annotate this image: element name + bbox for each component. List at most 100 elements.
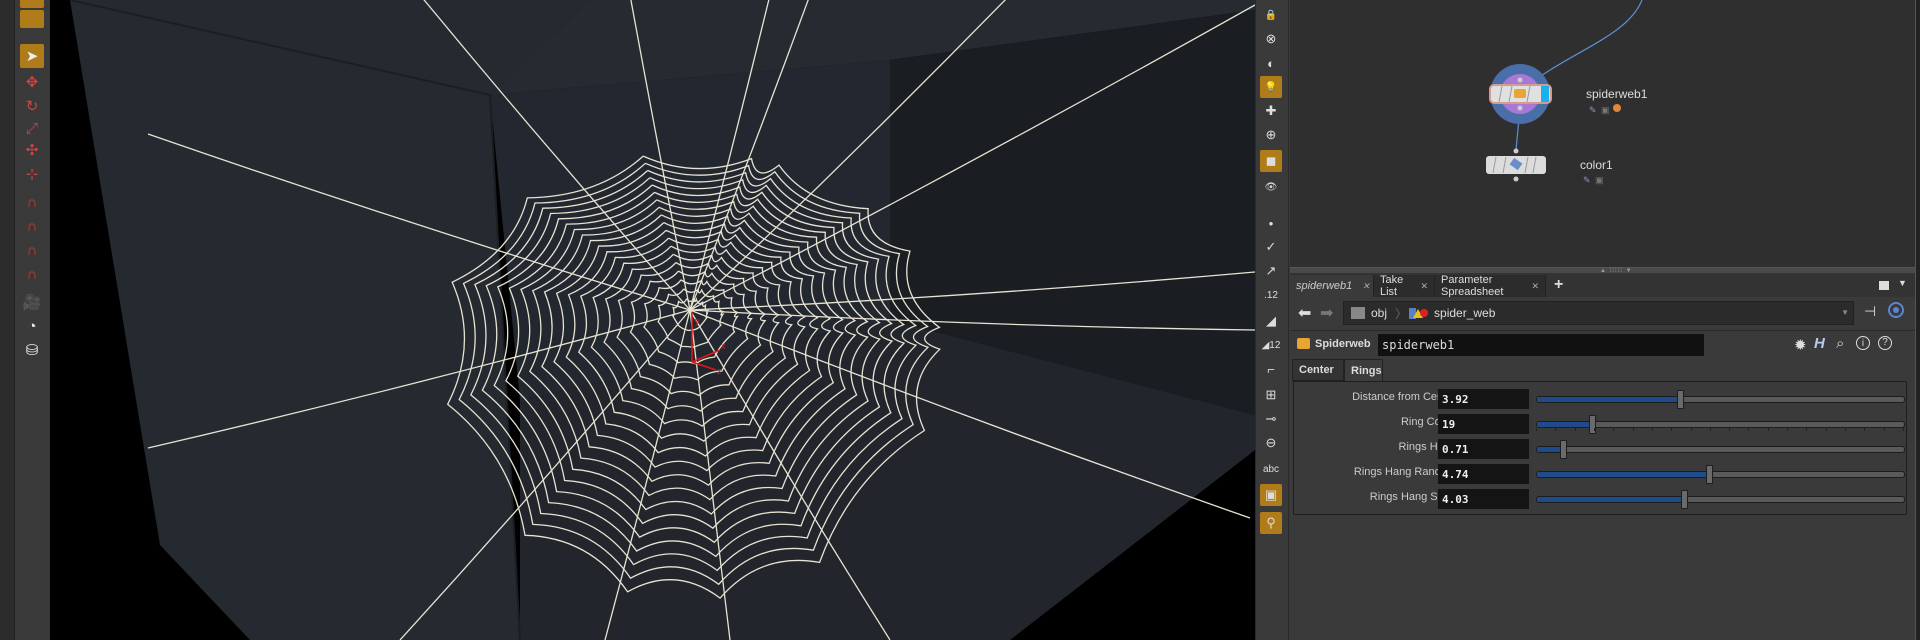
visibility-icon[interactable]: 👁: [1260, 176, 1282, 198]
param-row: Ring Count 19: [1294, 413, 1906, 435]
node-spiderweb1[interactable]: [1489, 64, 1552, 124]
comment-flag-icon: ✎: [1583, 175, 1591, 185]
scale-tool-icon[interactable]: ⤢: [20, 116, 44, 140]
breadcrumb-spider-web[interactable]: spider_web: [1434, 306, 1495, 320]
breadcrumb-separator-icon: 〉: [1395, 306, 1408, 321]
slider-handle[interactable]: [1680, 490, 1688, 509]
vector-icon[interactable]: ↗: [1260, 260, 1282, 282]
handle-tool-icon[interactable]: ⊹: [20, 162, 44, 186]
point-display-icon[interactable]: •: [1260, 212, 1282, 234]
rotate-tool-icon[interactable]: ↻: [20, 94, 44, 118]
help-icon[interactable]: ?: [1878, 336, 1892, 350]
add-tab-icon[interactable]: +: [1554, 276, 1563, 294]
spiderweb-node-icon[interactable]: [1297, 338, 1310, 349]
tool-glyph: .12: [1264, 289, 1278, 301]
breadcrumb-obj[interactable]: obj: [1371, 306, 1387, 320]
maximize-pane-icon[interactable]: [1879, 281, 1889, 290]
camera-tool-icon[interactable]: 🎥: [20, 290, 44, 314]
background-image-icon[interactable]: ▣: [1260, 484, 1282, 506]
node-name-input[interactable]: [1378, 334, 1704, 356]
slider-handle[interactable]: [1559, 440, 1567, 459]
param-value-field[interactable]: 19: [1438, 414, 1529, 434]
viewport-canvas[interactable]: y x z: [50, 0, 1255, 640]
flipbook-tool-icon[interactable]: ⛁: [20, 338, 44, 362]
network-editor[interactable]: spiderweb1 ✎ ▣ color1 ✎ ▣: [1290, 0, 1915, 267]
shelf-tool-partial-icon[interactable]: [20, 0, 44, 8]
info-icon[interactable]: i: [1856, 336, 1870, 350]
close-icon[interactable]: ✕: [1420, 281, 1428, 292]
snap-point-tool-icon[interactable]: ∩: [20, 238, 44, 262]
slider-handle[interactable]: [1706, 465, 1714, 484]
link-pane-icon[interactable]: [1888, 302, 1904, 318]
tab-label: Rings: [1351, 364, 1382, 377]
param-slider[interactable]: [1536, 390, 1905, 409]
tool-glyph: 🔒: [1264, 9, 1278, 21]
location-icon[interactable]: ⚲: [1260, 512, 1282, 534]
lock-icon[interactable]: 🔒: [1260, 4, 1282, 26]
param-slider[interactable]: [1536, 490, 1905, 509]
tool-glyph: ➤: [25, 48, 39, 65]
shelf-collapse-strip[interactable]: [0, 0, 15, 640]
node-color1[interactable]: [1486, 148, 1546, 182]
close-icon[interactable]: ✕: [1362, 281, 1370, 292]
tab-take-list[interactable]: Take List ✕: [1374, 274, 1435, 298]
display-options-icon[interactable]: ⊖: [1260, 432, 1282, 454]
slider-fill: [1537, 422, 1593, 427]
back-icon[interactable]: ⬅: [1298, 303, 1311, 323]
param-row: Rings Hang Seed 4.03: [1294, 488, 1906, 510]
tool-glyph: ◢12: [1261, 339, 1281, 351]
transform-tool-icon[interactable]: ✥: [20, 70, 44, 94]
tool-glyph: ∩: [26, 217, 38, 235]
bypass-flag-icon: [1613, 104, 1621, 112]
tool-glyph: ∩: [26, 193, 38, 211]
forward-icon[interactable]: ➡: [1320, 303, 1333, 323]
snap-magnet-tool-icon[interactable]: ∩: [20, 262, 44, 286]
param-value-field[interactable]: 3.92: [1438, 389, 1529, 409]
param-slider[interactable]: [1536, 440, 1905, 459]
tool-glyph: ⌐: [1267, 361, 1275, 377]
pin-icon[interactable]: ⊣: [1864, 303, 1876, 320]
network-canvas[interactable]: spiderweb1 ✎ ▣ color1 ✎ ▣: [1290, 0, 1915, 267]
pane-menu-icon[interactable]: ▼: [1898, 278, 1907, 288]
point-number-icon[interactable]: .12: [1260, 284, 1282, 306]
slider-handle[interactable]: [1677, 390, 1685, 409]
param-slider[interactable]: [1536, 465, 1905, 484]
param-value-field[interactable]: 0.71: [1438, 439, 1529, 459]
add-light-icon[interactable]: ✚: [1260, 100, 1282, 122]
shading-icon[interactable]: ◐: [1260, 52, 1282, 74]
ghost-icon[interactable]: ⊗: [1260, 28, 1282, 50]
text-icon[interactable]: abc: [1260, 458, 1282, 480]
tab-rings[interactable]: Rings: [1344, 359, 1383, 381]
tool-glyph: ◢: [1266, 313, 1276, 328]
gear-icon[interactable]: ✹: [1794, 336, 1807, 354]
bounding-box-icon[interactable]: ⊞: [1260, 384, 1282, 406]
close-icon[interactable]: ✕: [1531, 281, 1539, 292]
tab-spiderweb1[interactable]: spiderweb1 ✕: [1290, 275, 1374, 297]
uv-icon[interactable]: ⌐: [1260, 358, 1282, 380]
construction-icon[interactable]: ⊸: [1260, 408, 1282, 430]
env-light-icon[interactable]: ⊕: [1260, 124, 1282, 146]
point-normal-icon[interactable]: ✓: [1260, 236, 1282, 258]
tab-center[interactable]: Center: [1292, 359, 1344, 381]
path-dropdown-icon[interactable]: ▼: [1841, 308, 1849, 317]
geometry-tool-icon[interactable]: [20, 10, 44, 28]
render-region-tool-icon[interactable]: ◔: [20, 314, 44, 338]
param-value-field[interactable]: 4.03: [1438, 489, 1529, 509]
path-breadcrumb[interactable]: obj 〉 spider_web ▼: [1343, 301, 1854, 325]
prim-number-icon[interactable]: ◢12: [1260, 334, 1282, 356]
select-tool-icon[interactable]: ➤: [20, 44, 44, 68]
search-icon[interactable]: ⌕: [1836, 335, 1844, 352]
window-edge-scrollbar[interactable]: [1915, 0, 1920, 640]
tool-glyph: ⊖: [1265, 435, 1277, 450]
snap-grid-tool-icon[interactable]: ∩: [20, 190, 44, 214]
headlight-icon[interactable]: 💡: [1260, 76, 1282, 98]
pose-tool-icon[interactable]: ✣: [20, 138, 44, 162]
snap-curve-tool-icon[interactable]: ∩: [20, 214, 44, 238]
prim-normal-icon[interactable]: ◢: [1260, 310, 1282, 332]
scene-viewport[interactable]: y x z: [50, 0, 1255, 640]
param-value-field[interactable]: 4.74: [1438, 464, 1529, 484]
param-slider[interactable]: [1536, 415, 1905, 434]
help-h-icon[interactable]: H: [1814, 335, 1825, 352]
ambient-occlusion-icon[interactable]: ◼: [1260, 150, 1282, 172]
tab-parameter-spreadsheet[interactable]: Parameter Spreadsheet ✕: [1435, 274, 1546, 298]
